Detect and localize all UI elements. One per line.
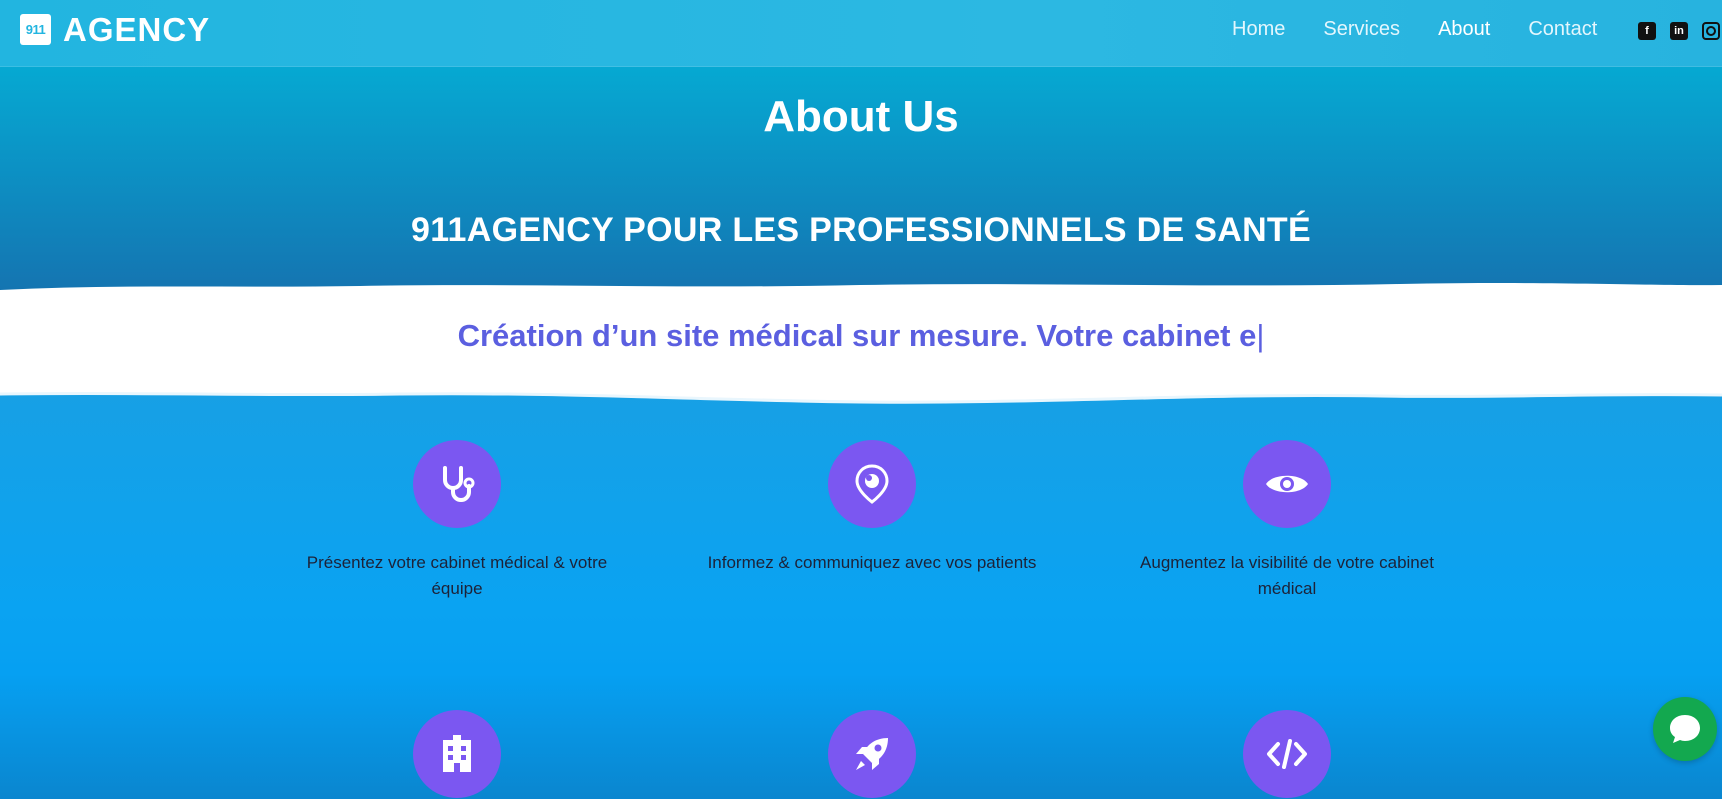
feature-1-text: Présentez votre cabinet médical & votre … <box>306 553 608 598</box>
eye-icon <box>1266 475 1308 493</box>
page-title: About Us <box>763 92 959 141</box>
instagram-icon[interactable] <box>1702 22 1720 40</box>
tagline-text: Création d’un site médical sur mesure. V… <box>457 318 1257 353</box>
logo-mark: 911 <box>20 14 51 45</box>
location-pin-icon <box>855 464 889 504</box>
nav-item-home[interactable]: Home <box>1232 18 1285 41</box>
feature-4-icon-circle <box>413 710 501 798</box>
stethoscope-icon <box>443 466 475 502</box>
code-icon <box>1267 739 1307 769</box>
rocket-icon <box>856 738 888 770</box>
brand-logo[interactable]: 911 AGENCY <box>20 11 211 48</box>
feature-5-icon-circle <box>828 710 916 798</box>
chat-widget-button[interactable] <box>1653 697 1717 761</box>
feature-1-icon-circle <box>413 440 501 528</box>
facebook-icon[interactable]: f <box>1638 22 1656 40</box>
hospital-icon <box>443 735 471 772</box>
nav-item-services[interactable]: Services <box>1323 18 1400 41</box>
feature-2-icon-circle <box>828 440 916 528</box>
hero-subtitle: 911AGENCY POUR LES PROFESSIONNELS DE SAN… <box>411 211 1311 249</box>
top-navbar: 911 AGENCY Home Services About Contact f… <box>0 0 1722 67</box>
chat-bubble-icon <box>1670 715 1700 743</box>
typing-tagline: Création d’un site médical sur mesure. V… <box>0 318 1722 354</box>
linkedin-icon[interactable]: in <box>1670 22 1688 40</box>
feature-3-text: Augmentez la visibilité de votre cabinet… <box>1140 553 1434 598</box>
logo-text: AGENCY <box>63 11 211 48</box>
feature-3-icon-circle <box>1243 440 1331 528</box>
main-menu: Home Services About Contact <box>1232 18 1635 41</box>
typing-cursor: | <box>1256 318 1265 353</box>
nav-item-contact[interactable]: Contact <box>1528 18 1597 41</box>
social-links: f in <box>1638 22 1722 40</box>
nav-item-about[interactable]: About <box>1438 18 1490 41</box>
feature-6-icon-circle <box>1243 710 1331 798</box>
feature-2-text: Informez & communiquez avec vos patients <box>707 553 1037 572</box>
